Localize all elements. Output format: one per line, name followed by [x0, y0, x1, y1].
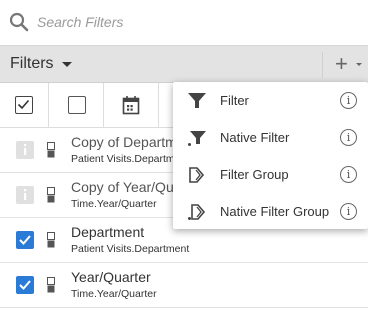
add-filter-menu: Filter i Native Filter i Filter Group i … [173, 82, 368, 229]
menu-item-label: Native Filter [220, 130, 290, 145]
row-checkbox[interactable] [16, 276, 34, 294]
dimension-type-icon [47, 187, 55, 203]
info-icon[interactable]: i [340, 166, 357, 183]
info-icon[interactable]: i [340, 129, 357, 146]
add-filter-button[interactable]: + [335, 51, 348, 77]
funnel-icon [188, 93, 206, 108]
search-input[interactable]: Search Filters [37, 14, 123, 30]
menu-item-native-filter[interactable]: Native Filter i [173, 119, 368, 156]
filter-group-icon [189, 167, 205, 183]
filter-name: Year/Quarter [71, 269, 151, 285]
filter-path: Time.Year/Quarter [71, 288, 157, 300]
menu-item-filter[interactable]: Filter i [173, 82, 368, 119]
dimension-type-icon [47, 142, 55, 158]
dimension-type-icon [47, 277, 55, 293]
menu-item-native-filter-group[interactable]: Native Filter Group i [173, 193, 368, 230]
filter-row[interactable]: Year/Quarter Time.Year/Quarter [0, 263, 368, 308]
dimension-type-icon [47, 232, 55, 248]
chevron-down-icon[interactable] [62, 62, 72, 67]
calendar-icon[interactable] [122, 95, 140, 115]
search-bar[interactable]: Search Filters [0, 0, 368, 45]
filter-path: Time.Year/Quarter [71, 198, 157, 210]
filter-path: Patient Visits.Department [71, 153, 190, 165]
add-dropdown-caret-icon[interactable] [356, 63, 362, 66]
info-disabled-icon [16, 141, 34, 159]
divider [322, 52, 323, 78]
menu-item-filter-group[interactable]: Filter Group i [173, 156, 368, 193]
checkbox-icon[interactable] [68, 96, 86, 114]
filter-name: Department [71, 224, 145, 240]
filters-title[interactable]: Filters [10, 55, 54, 73]
filter-path: Patient Visits.Department [71, 243, 190, 255]
search-icon [9, 12, 29, 32]
info-icon[interactable]: i [340, 92, 357, 109]
select-all-checkbox-icon[interactable] [15, 96, 33, 114]
filters-header: Filters + [0, 45, 368, 83]
native-funnel-icon [188, 131, 206, 146]
menu-item-label: Filter Group [220, 167, 289, 182]
row-checkbox[interactable] [16, 231, 34, 249]
info-disabled-icon [16, 186, 34, 204]
menu-item-label: Filter [220, 93, 249, 108]
native-filter-group-icon [188, 204, 206, 220]
menu-item-label: Native Filter Group [220, 204, 330, 219]
info-icon[interactable]: i [340, 203, 357, 220]
